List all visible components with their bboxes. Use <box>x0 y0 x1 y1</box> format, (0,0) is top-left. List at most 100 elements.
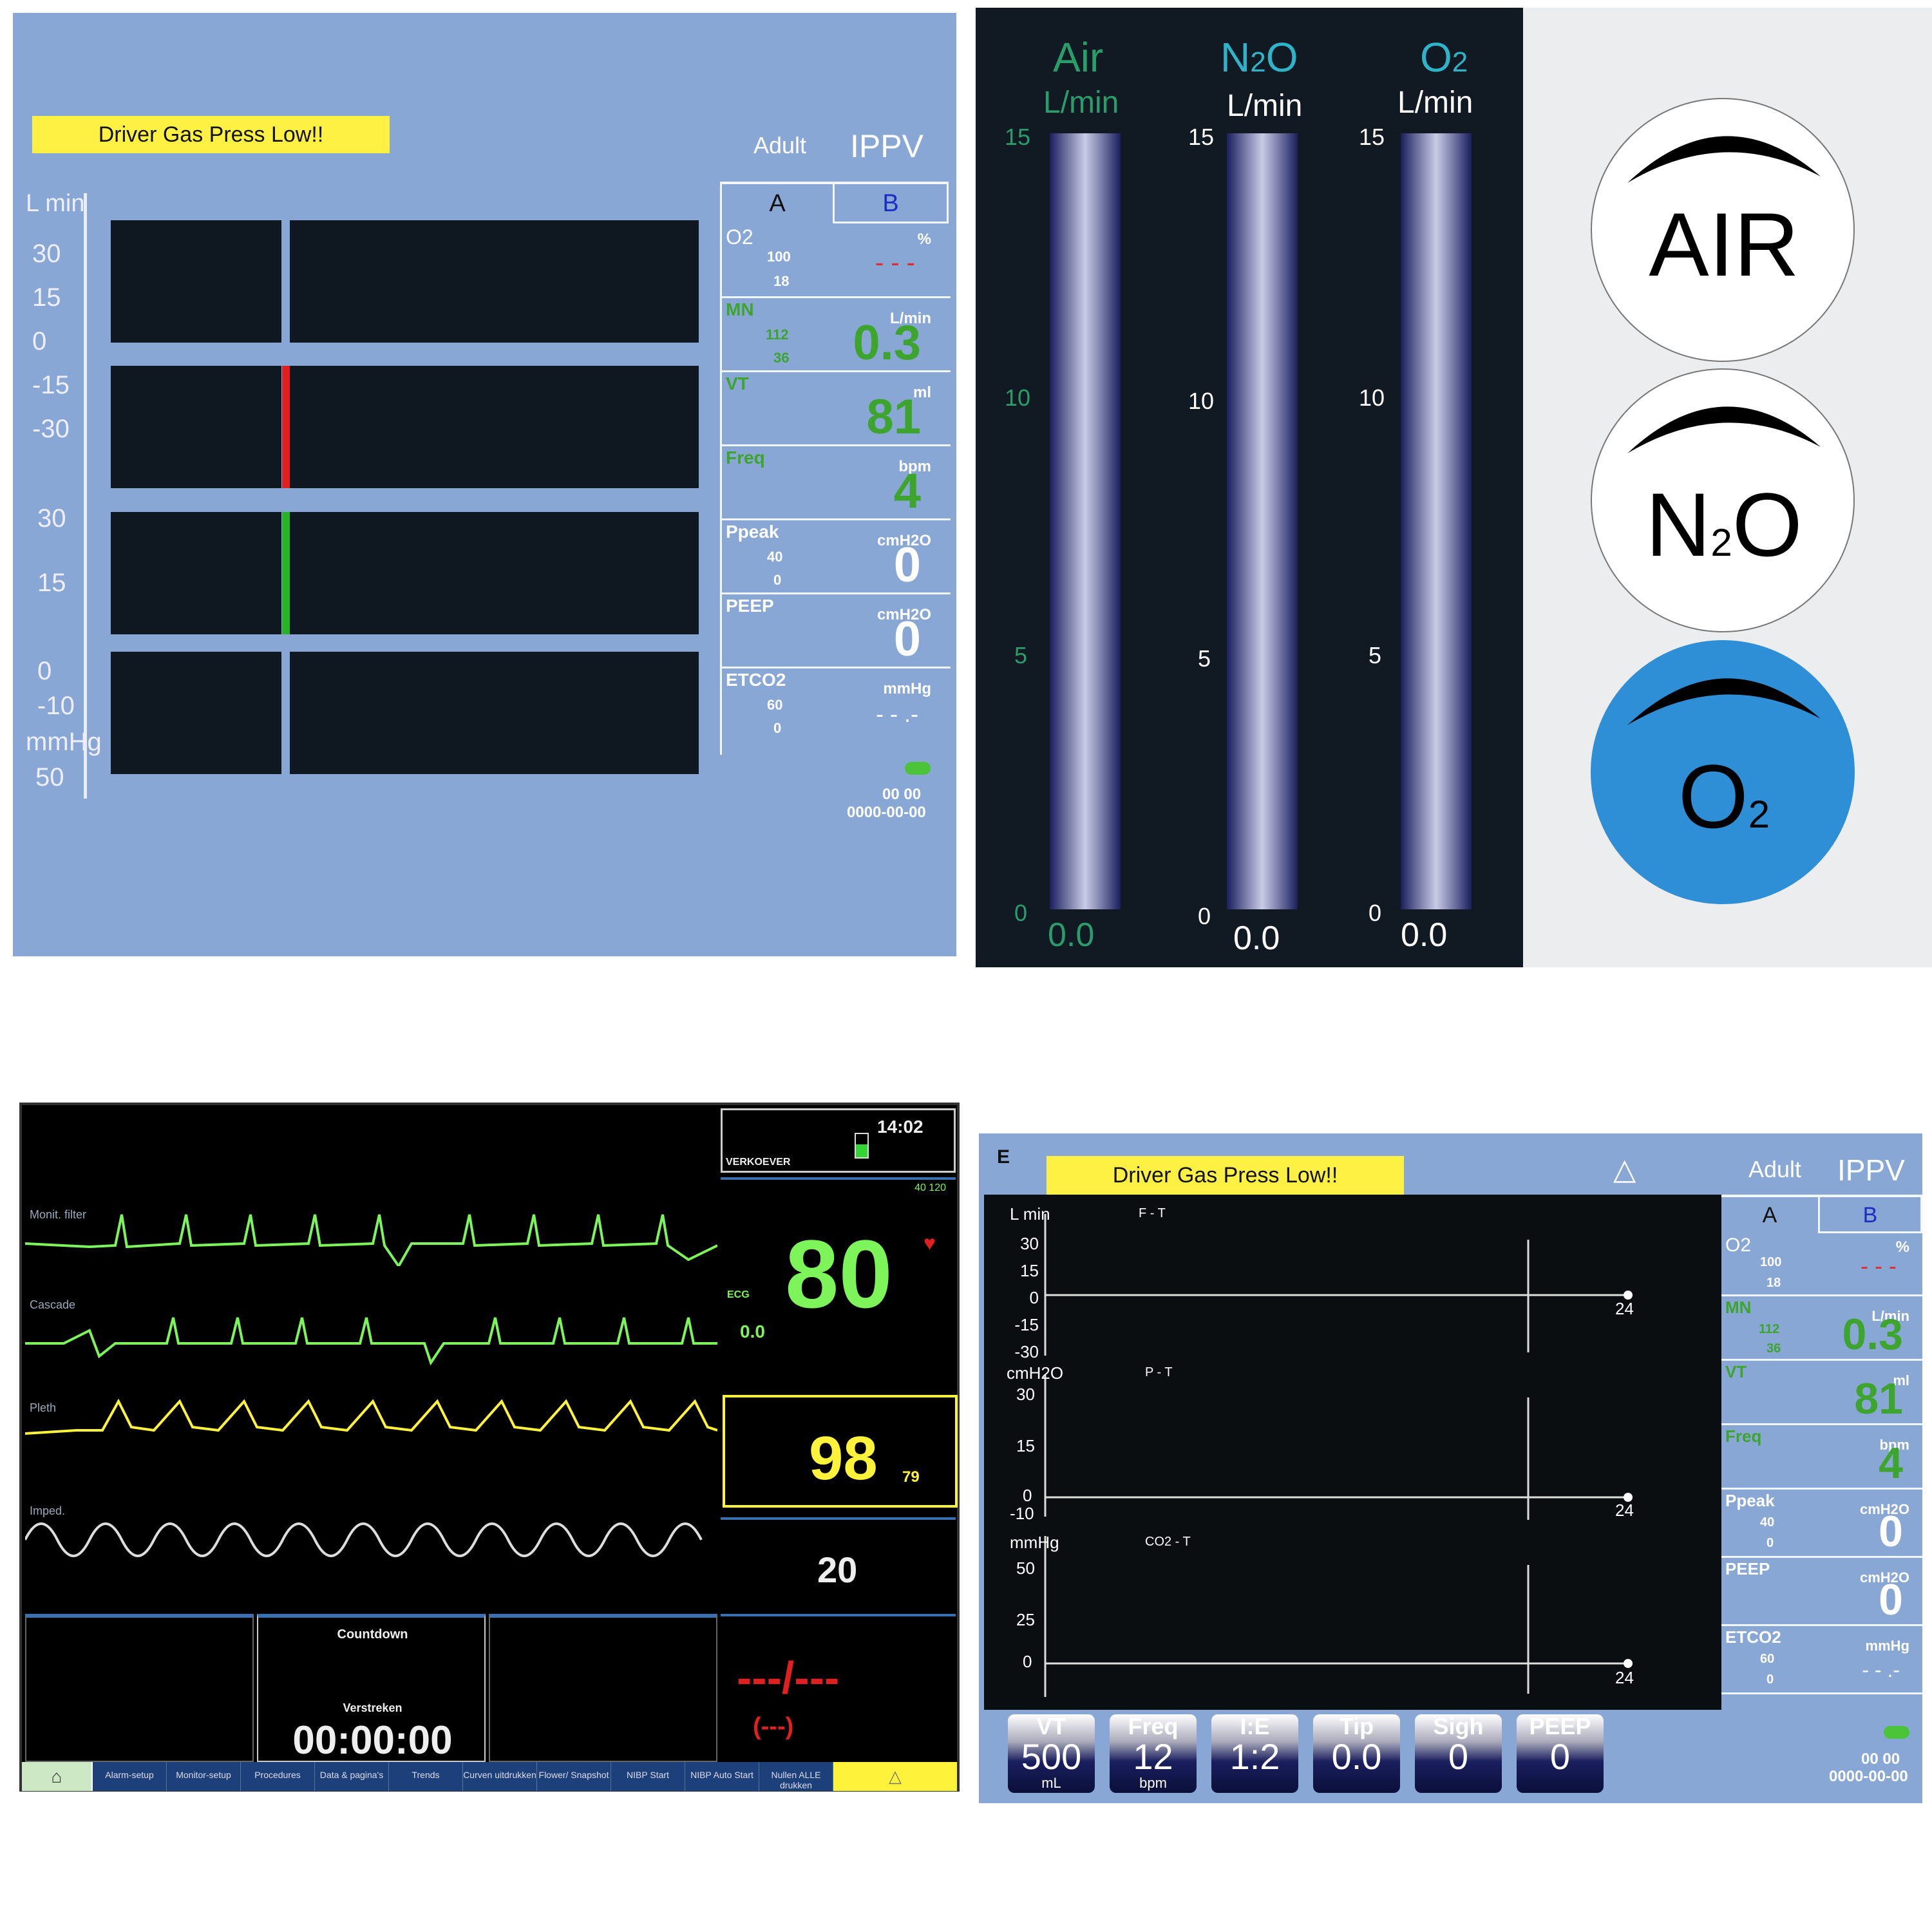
n2o-unit: L/min <box>1227 89 1303 123</box>
clock: 00 00 <box>882 786 922 803</box>
param-etco2: ETCO2 mmHg 60 0 - - .- <box>726 670 931 736</box>
spo2-box[interactable]: 98 79 <box>723 1395 958 1508</box>
o2-flow-value: 0.0 <box>1401 916 1448 954</box>
st-value: 0.0 <box>740 1321 765 1341</box>
bell-icon[interactable]: △ <box>1613 1151 1636 1186</box>
param-freq: Freq bpm 4 <box>722 446 951 520</box>
scale-tick-50: 50 <box>35 763 64 791</box>
countdown-box[interactable]: Countdown Verstreken 00:00:00 <box>257 1614 486 1763</box>
g3-tick-25: 25 <box>1016 1610 1035 1629</box>
flowmeter-panel: Air L/min N2O L/min O2 L/min 15 10 5 0 1… <box>976 8 1523 967</box>
waveform-box-3a <box>111 512 281 634</box>
setting-freq[interactable]: Freq 12 bpm <box>1110 1714 1197 1793</box>
g2-title: P - T <box>1145 1365 1173 1379</box>
peep-value: 0 <box>893 612 921 667</box>
peep-value-2: 0 <box>1879 1575 1903 1624</box>
param-mn-2: MN L/min 112 36 0.3 <box>1721 1296 1922 1361</box>
g1-ticks: 30 15 0 -15 -30 <box>1014 1234 1039 1361</box>
n2o-tick-0: 0 <box>1198 903 1211 929</box>
footer-btn-2[interactable]: Procedures <box>241 1762 315 1791</box>
patient-type[interactable]: Adult <box>753 132 806 159</box>
g2-unit: cmH2O <box>1007 1363 1064 1383</box>
setting-sigh[interactable]: Sigh 0 <box>1415 1714 1502 1793</box>
waveform-box-1a <box>111 220 281 343</box>
alarm-bell-button[interactable]: △ <box>833 1762 957 1791</box>
alarm-banner: Driver Gas Press Low!! <box>32 116 390 153</box>
waveform-box-2b <box>290 366 699 488</box>
waveform-box-3b <box>290 512 699 634</box>
waveform-box-4a <box>111 652 281 774</box>
ppeak-value: 0 <box>893 538 921 592</box>
hr-value: 80 <box>785 1220 893 1328</box>
st-label: ECG <box>727 1289 750 1300</box>
g2-end: 24 <box>1615 1501 1634 1520</box>
g3-tick-50: 50 <box>1016 1558 1035 1578</box>
air-tube <box>1050 133 1121 909</box>
param-o2: O2 % 100 18 - - - <box>722 224 951 298</box>
n2o-knob[interactable]: N2O <box>1591 368 1855 632</box>
g2-tick-30: 30 <box>1016 1385 1035 1404</box>
o2-knob[interactable]: O2 <box>1591 640 1855 904</box>
patient-monitor: Monit. filter Cascade Pleth Imped. 14:02… <box>19 1103 960 1792</box>
footer-btn-5[interactable]: Curven uitdrukken <box>463 1762 537 1791</box>
o2-tick-0: 0 <box>1368 900 1382 926</box>
g3-tick-0: 0 <box>1023 1652 1032 1671</box>
resp-wave <box>25 1522 703 1557</box>
mn-value-2: 0.3 <box>1842 1310 1903 1359</box>
hr-box: 40 120 80 ♥ ECG 0.0 <box>721 1177 956 1390</box>
footer-btn-6[interactable]: Flower/ Snapshot <box>537 1762 611 1791</box>
scale-ticks-pressure-2: 0 -10 <box>37 657 75 720</box>
air-tick-5: 5 <box>1014 642 1028 668</box>
waveform-box-1b <box>290 220 699 343</box>
ventilator-panel-2: E Driver Gas Press Low!! △ Adult IPPV L … <box>979 1133 1922 1803</box>
home-button[interactable]: ⌂ <box>22 1762 93 1791</box>
monitor-footer: ⌂ Alarm-setup Monitor-setup Procedures D… <box>22 1762 957 1791</box>
header-box: 14:02 VERKOEVER <box>721 1108 956 1173</box>
o2-tube <box>1401 133 1472 909</box>
param-vt-2: VT ml 81 <box>1721 1361 1922 1425</box>
g2-tick-m10: -10 <box>1010 1504 1034 1523</box>
footer-btn-8[interactable]: NIBP Auto Start <box>685 1762 759 1791</box>
red-marker <box>282 366 290 488</box>
param-peep-2: PEEP cmH2O 0 <box>1721 1558 1922 1626</box>
n2o-label: N2O <box>1220 34 1298 80</box>
air-knob[interactable]: AIR <box>1591 98 1855 362</box>
patient-type-2[interactable]: Adult <box>1748 1156 1801 1183</box>
g3-unit: mmHg <box>1010 1533 1059 1552</box>
etco2-dashes: - - .- <box>876 701 918 727</box>
nibp-map: (---) <box>753 1713 794 1740</box>
clock-2: 00 00 <box>1861 1750 1900 1768</box>
footer-btn-1[interactable]: Monitor-setup <box>167 1762 241 1791</box>
scale-unit-flow: L min <box>26 190 85 217</box>
setting-ie[interactable]: I:E 1:2 <box>1211 1714 1298 1793</box>
vent-mode-2[interactable]: IPPV <box>1837 1153 1905 1188</box>
footer-btn-7[interactable]: NIBP Start <box>611 1762 685 1791</box>
tab-b-2[interactable]: B <box>1818 1195 1922 1233</box>
countdown-sub: Verstreken <box>343 1701 402 1714</box>
param-peep: PEEP cmH2O 0 <box>722 594 951 668</box>
footer-btn-4[interactable]: Trends <box>389 1762 463 1791</box>
footer-btn-0[interactable]: Alarm-setup <box>93 1762 167 1791</box>
nibp-box: ---/--- (---) <box>721 1614 956 1762</box>
g1-title: F - T <box>1139 1206 1166 1220</box>
air-unit: L/min <box>1043 86 1119 120</box>
g1-unit: L min <box>1010 1204 1050 1224</box>
setting-peep[interactable]: PEEP 0 <box>1517 1714 1604 1793</box>
setting-vt[interactable]: VT 500 mL <box>1008 1714 1095 1793</box>
vent-mode[interactable]: IPPV <box>850 128 923 165</box>
g1-end: 24 <box>1615 1299 1634 1318</box>
param-etco2-2: ETCO2 mmHg 60 0 - - .- <box>1721 1626 1922 1694</box>
bottom-box-1 <box>25 1614 254 1762</box>
setting-tip[interactable]: Tip 0.0 <box>1313 1714 1400 1793</box>
o2-tick-15: 15 <box>1359 124 1385 150</box>
footer-btn-9[interactable]: Nullen ALLE drukken <box>759 1762 833 1791</box>
tab-b[interactable]: B <box>833 182 949 223</box>
footer-btn-3[interactable]: Data & pagina's <box>315 1762 389 1791</box>
ecg-wave-1 <box>25 1214 717 1266</box>
o2-unit: L/min <box>1397 86 1473 120</box>
scale-ticks-flow: 30 15 0 -15 -30 <box>32 240 70 443</box>
gas-knob-panel: AIR N2O O2 <box>1523 8 1932 967</box>
hr-range: 40 120 <box>914 1182 946 1193</box>
tab-a[interactable]: A <box>722 182 833 223</box>
tab-a-2[interactable]: A <box>1721 1195 1818 1233</box>
